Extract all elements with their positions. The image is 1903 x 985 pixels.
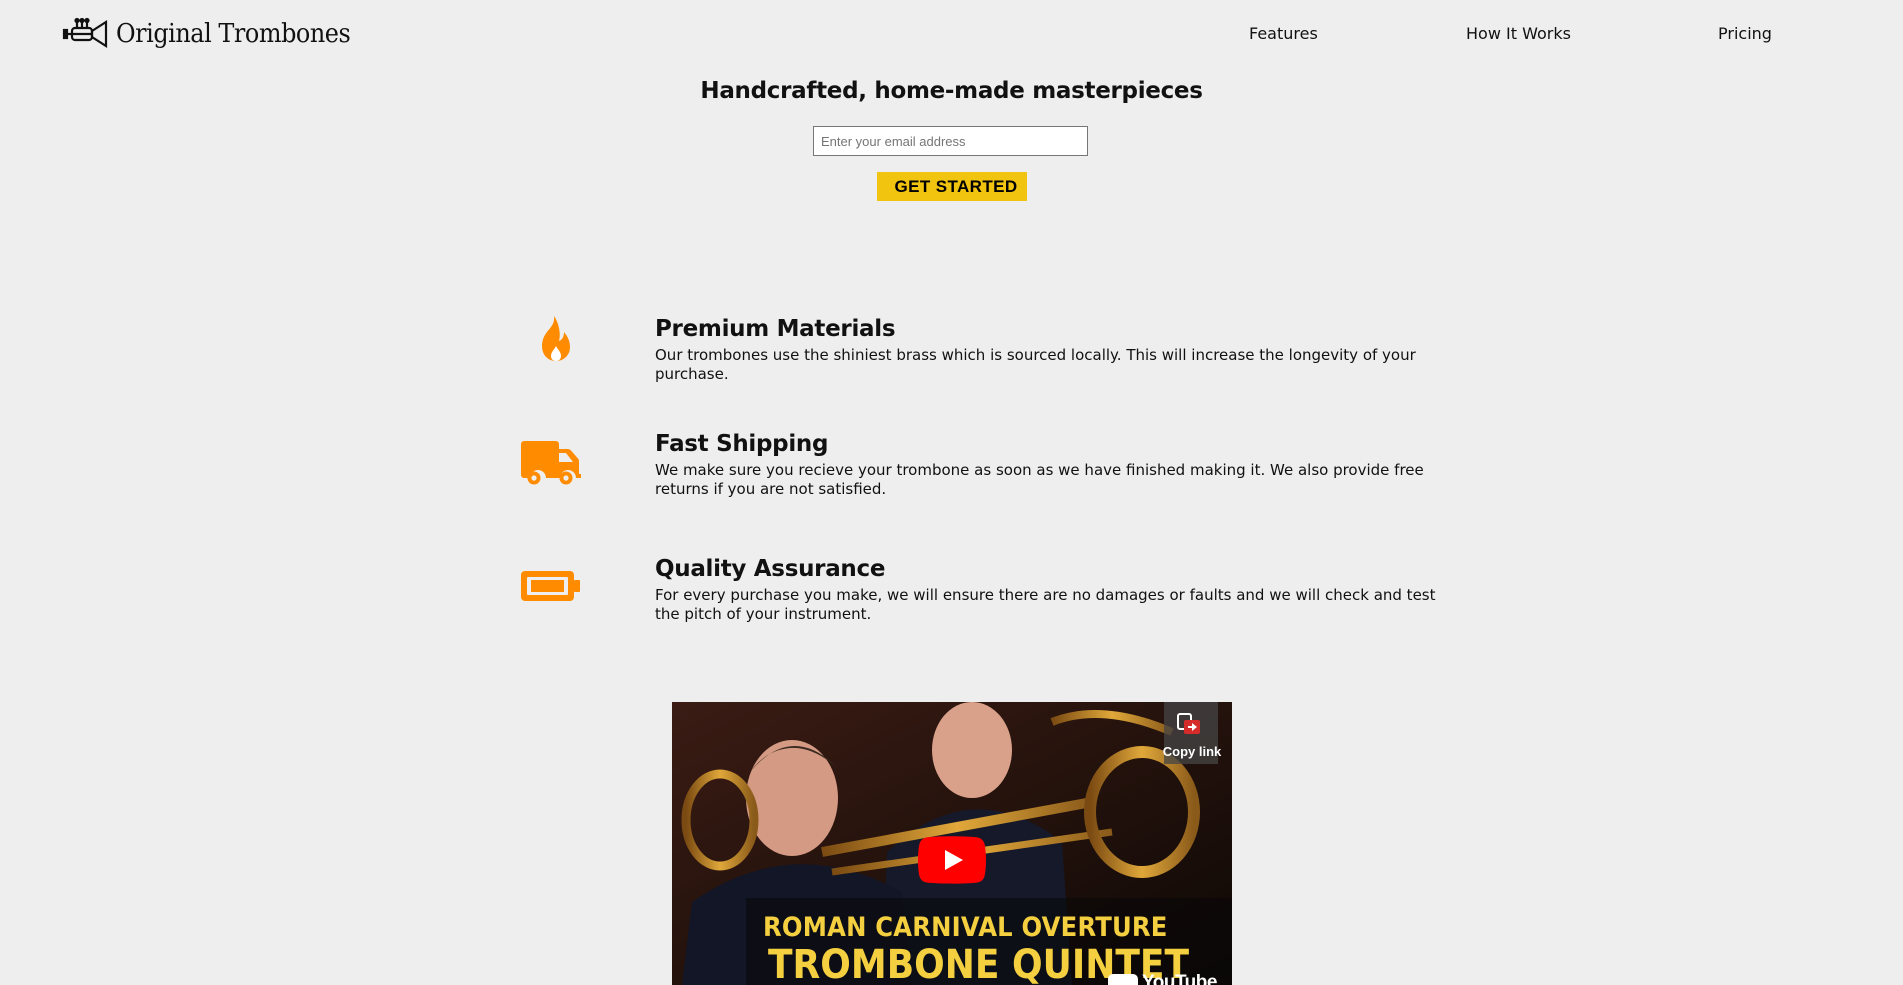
- video-caption-line1: ROMAN CARNIVAL OVERTURE: [763, 912, 1168, 943]
- youtube-watermark[interactable]: YouTube: [1108, 972, 1228, 985]
- copy-link-label: Copy link: [1162, 744, 1222, 759]
- youtube-icon: [1108, 974, 1138, 985]
- feature-title-quality-assurance: Quality Assurance: [655, 556, 886, 582]
- youtube-label: YouTube: [1142, 972, 1217, 985]
- trumpet-logo-icon: [62, 17, 108, 49]
- logo-text: Original Trombones: [116, 19, 351, 49]
- logo-link[interactable]: Original Trombones: [62, 14, 371, 54]
- feature-description-fast-shipping: We make sure you recieve your trombone a…: [655, 461, 1424, 498]
- feature-title-fast-shipping: Fast Shipping: [655, 431, 829, 457]
- embedded-video[interactable]: Copy link ROMAN CARNIVAL OVERTURE TROMBO…: [672, 702, 1232, 985]
- get-started-button[interactable]: GET STARTED: [877, 172, 1027, 201]
- truck-icon: [518, 437, 582, 491]
- hero-title: Handcrafted, home-made masterpieces: [700, 78, 1203, 104]
- feature-title-premium-materials: Premium Materials: [655, 316, 896, 342]
- flame-icon: [520, 312, 584, 366]
- battery-icon: [518, 566, 582, 606]
- site-header: Original Trombones Features How It Works…: [0, 0, 1903, 68]
- nav-link-pricing[interactable]: Pricing: [1718, 24, 1772, 43]
- feature-description-quality-assurance: For every purchase you make, we will ens…: [655, 586, 1436, 623]
- play-icon[interactable]: [918, 836, 986, 884]
- feature-description-premium-materials: Our trombones use the shiniest brass whi…: [655, 346, 1416, 383]
- copy-link-icon: [1177, 713, 1200, 734]
- nav-link-features[interactable]: Features: [1249, 24, 1318, 43]
- email-input[interactable]: [813, 126, 1088, 156]
- copy-link-button[interactable]: Copy link: [1163, 702, 1221, 764]
- nav-link-how-it-works[interactable]: How It Works: [1466, 24, 1571, 43]
